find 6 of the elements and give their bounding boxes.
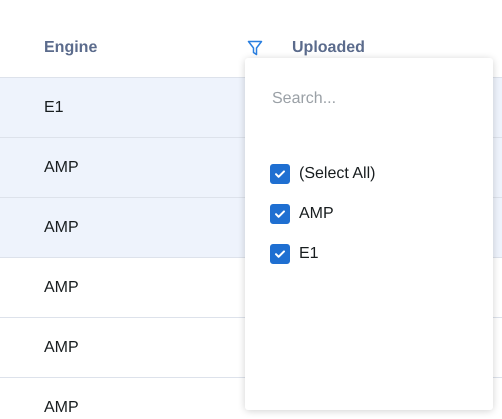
- table-cell: AMP: [44, 278, 79, 296]
- table-cell: AMP: [44, 398, 79, 416]
- table-cell: AMP: [44, 158, 79, 176]
- table-cell: E1: [44, 98, 64, 116]
- table-cell: AMP: [44, 338, 79, 356]
- table-cell: AMP: [44, 218, 79, 236]
